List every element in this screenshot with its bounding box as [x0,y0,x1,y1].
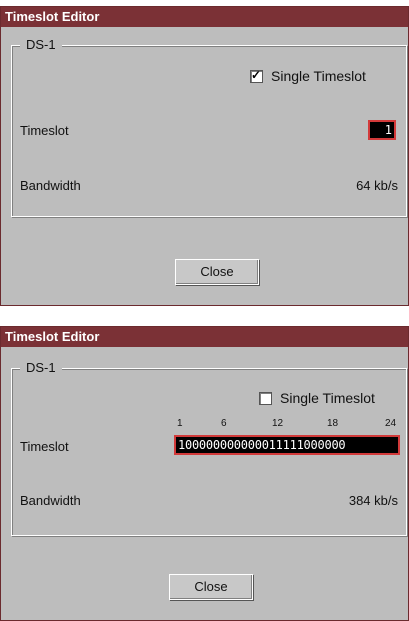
bandwidth-value: 384 kb/s [348,493,398,508]
single-timeslot-checkbox[interactable]: ✓ Single Timeslot [250,68,366,84]
single-timeslot-checkbox[interactable]: Single Timeslot [259,390,375,406]
single-timeslot-label: Single Timeslot [280,390,375,406]
timeslot-editor-dialog-single: Timeslot Editor DS-1 ✓ Single Timeslot T… [0,6,409,306]
checkbox-box[interactable]: ✓ [250,67,263,83]
tick-label: 1 [177,418,183,429]
timeslot-input[interactable]: 1 [368,120,396,140]
bandwidth-label: Bandwidth [20,178,81,193]
ds1-group: DS-1 Single Timeslot 1 6 12 18 24 Timesl… [11,360,407,536]
timeslot-editor-dialog-multi: Timeslot Editor DS-1 Single Timeslot 1 6… [0,326,409,621]
dialog-title: Timeslot Editor [1,7,408,27]
bandwidth-value: 64 kb/s [356,178,398,193]
tick-label: 12 [272,418,284,429]
group-label: DS-1 [20,37,62,52]
dialog-title: Timeslot Editor [1,327,408,347]
timeslot-ticks: 1 6 12 18 24 [177,418,402,432]
tick-label: 18 [327,418,339,429]
close-button[interactable]: Close [175,259,259,285]
single-timeslot-label: Single Timeslot [271,68,366,84]
bandwidth-label: Bandwidth [20,493,81,508]
timeslot-label: Timeslot [20,123,69,138]
checkmark-icon: ✓ [251,67,262,82]
tick-label: 6 [221,418,227,429]
timeslot-bitmask-input[interactable]: 100000000000011111000000 [174,435,400,455]
timeslot-label: Timeslot [20,439,69,454]
checkbox-box[interactable] [259,391,272,405]
group-label: DS-1 [20,360,62,375]
tick-label: 24 [385,418,397,429]
close-button[interactable]: Close [169,574,253,600]
ds1-group: DS-1 ✓ Single Timeslot Timeslot 1 Bandwi… [11,37,407,217]
